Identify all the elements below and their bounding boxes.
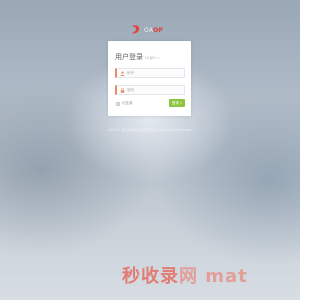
brand-logo: OAOP xyxy=(130,23,172,37)
copyright-text: 2016 © 苏州绿洲信息科技有限公司 All Rights Reserved. xyxy=(107,128,193,132)
remember-checkbox[interactable] xyxy=(116,101,120,106)
lock-icon xyxy=(119,87,125,93)
login-button[interactable]: 登录 » xyxy=(169,99,185,107)
remember-me[interactable]: 记住我 xyxy=(116,101,133,106)
login-card: 用户登录Login » 记住我 登录 » xyxy=(108,41,191,116)
remember-label: 记住我 xyxy=(122,101,133,105)
watermark-text: 秒收录网 mat xyxy=(122,266,248,287)
login-title: 用户登录 Login » xyxy=(115,53,160,61)
logo-mark-icon xyxy=(130,24,142,36)
logo-text: OAOP xyxy=(144,26,164,34)
username-field[interactable] xyxy=(115,68,185,78)
password-field[interactable] xyxy=(115,85,185,95)
password-input[interactable] xyxy=(127,88,179,92)
login-subtitle: Login » xyxy=(145,55,160,60)
user-icon xyxy=(119,70,125,76)
username-input[interactable] xyxy=(127,71,179,75)
